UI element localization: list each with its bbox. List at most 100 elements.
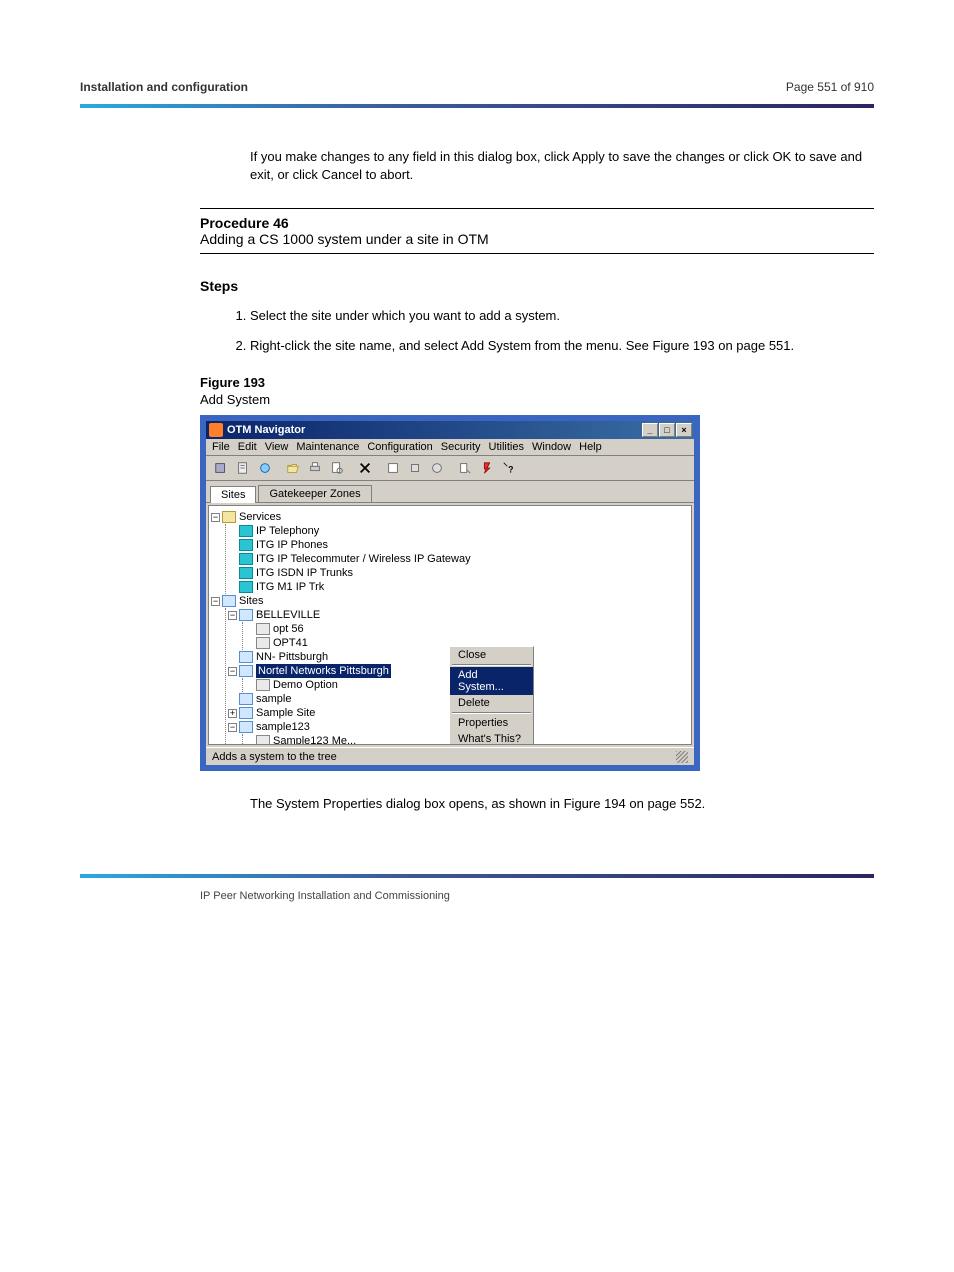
site-icon <box>239 693 253 705</box>
menu-window[interactable]: Window <box>532 441 571 453</box>
context-whats-this[interactable]: What's This? <box>450 731 533 745</box>
toolbar-btn[interactable] <box>476 458 498 478</box>
print-icon[interactable] <box>304 458 326 478</box>
tree-site[interactable]: NN- Pittsburgh <box>256 650 328 664</box>
system-icon <box>256 679 270 691</box>
toolbar-btn[interactable] <box>210 458 232 478</box>
procedure-title: Adding a CS 1000 system under a site in … <box>200 231 489 247</box>
service-icon <box>239 553 253 565</box>
menu-maintenance[interactable]: Maintenance <box>296 441 359 453</box>
tree-view[interactable]: − Services IP Telephony ITG IP Phones ITG… <box>208 505 692 745</box>
tree-sites[interactable]: Sites <box>239 594 263 608</box>
help-icon[interactable]: ? <box>498 458 520 478</box>
menu-edit[interactable]: Edit <box>238 441 257 453</box>
collapse-icon[interactable]: − <box>228 723 237 732</box>
tree-site[interactable]: sample <box>256 692 291 706</box>
steps-list: Select the site under which you want to … <box>250 306 874 355</box>
tree-system[interactable]: opt 56 <box>273 622 304 636</box>
tree-site[interactable]: sample123 <box>256 720 310 734</box>
steps-heading: Steps <box>200 278 874 294</box>
otm-navigator-window: OTM Navigator _ □ × File Edit View Maint… <box>206 421 694 765</box>
paragraph: The System Properties dialog box opens, … <box>250 795 874 813</box>
svg-text:?: ? <box>508 465 513 475</box>
step-item: Select the site under which you want to … <box>250 306 874 326</box>
context-properties[interactable]: Properties <box>450 715 533 731</box>
toolbar-btn[interactable] <box>232 458 254 478</box>
preview-icon[interactable] <box>326 458 348 478</box>
collapse-icon[interactable]: − <box>211 513 220 522</box>
sites-icon <box>222 595 236 607</box>
collapse-icon[interactable]: − <box>211 597 220 606</box>
status-text: Adds a system to the tree <box>212 751 337 763</box>
tab-gatekeeper-zones[interactable]: Gatekeeper Zones <box>258 485 371 502</box>
toolbar: ? <box>206 456 694 481</box>
menu-utilities[interactable]: Utilities <box>489 441 524 453</box>
step-item: Right-click the site name, and select Ad… <box>250 336 874 356</box>
screenshot-frame: OTM Navigator _ □ × File Edit View Maint… <box>200 415 700 771</box>
footer-rule <box>80 874 874 878</box>
tree-service[interactable]: ITG ISDN IP Trunks <box>256 566 353 580</box>
tree-system[interactable]: Demo Option <box>273 678 338 692</box>
tree-service[interactable]: ITG IP Phones <box>256 538 328 552</box>
menu-separator <box>452 712 531 714</box>
tree-service[interactable]: ITG M1 IP Trk <box>256 580 324 594</box>
system-icon <box>256 623 270 635</box>
delete-icon[interactable] <box>354 458 376 478</box>
tab-sites[interactable]: Sites <box>210 486 256 503</box>
site-icon <box>239 707 253 719</box>
window-title: OTM Navigator <box>227 424 305 436</box>
page-number: Page 551 of 910 <box>786 80 874 94</box>
tree-system[interactable]: Sample123 Me... <box>273 734 356 745</box>
tree-system[interactable]: OPT41 <box>273 636 308 650</box>
toolbar-btn[interactable] <box>426 458 448 478</box>
service-icon <box>239 581 253 593</box>
collapse-icon[interactable]: − <box>228 611 237 620</box>
site-icon <box>239 651 253 663</box>
menu-view[interactable]: View <box>265 441 289 453</box>
service-icon <box>239 567 253 579</box>
site-icon <box>239 665 253 677</box>
toolbar-btn[interactable] <box>254 458 276 478</box>
window-titlebar[interactable]: OTM Navigator _ □ × <box>206 421 694 439</box>
open-icon[interactable] <box>282 458 304 478</box>
context-menu: Close Add System... Delete Properties Wh… <box>449 646 534 745</box>
figure-title: Add System <box>200 392 874 407</box>
tree-service[interactable]: ITG IP Telecommuter / Wireless IP Gatewa… <box>256 552 471 566</box>
collapse-icon[interactable]: − <box>228 667 237 676</box>
service-icon <box>239 539 253 551</box>
context-close[interactable]: Close <box>450 647 533 663</box>
maximize-button[interactable]: □ <box>659 423 675 437</box>
system-icon <box>256 637 270 649</box>
expand-icon[interactable]: + <box>228 709 237 718</box>
procedure-heading: Procedure 46 Adding a CS 1000 system und… <box>200 208 874 254</box>
menu-help[interactable]: Help <box>579 441 602 453</box>
context-add-system[interactable]: Add System... <box>450 667 533 695</box>
tree-site-selected[interactable]: Nortel Networks Pittsburgh <box>256 664 391 678</box>
app-icon <box>209 423 223 437</box>
close-button[interactable]: × <box>676 423 692 437</box>
resize-grip-icon[interactable] <box>676 751 688 763</box>
menu-separator <box>452 664 531 666</box>
paragraph: If you make changes to any field in this… <box>250 148 874 184</box>
menu-configuration[interactable]: Configuration <box>367 441 432 453</box>
toolbar-btn[interactable] <box>404 458 426 478</box>
figure-number: Figure 193 <box>200 375 874 390</box>
minimize-button[interactable]: _ <box>642 423 658 437</box>
page-section-title: Installation and configuration <box>80 80 248 94</box>
folder-icon <box>222 511 236 523</box>
header-rule <box>80 104 874 108</box>
menu-security[interactable]: Security <box>441 441 481 453</box>
tree-site[interactable]: Sample Site <box>256 706 315 720</box>
footer-text: IP Peer Networking Installation and Comm… <box>200 890 874 902</box>
procedure-number: Procedure 46 <box>200 215 289 231</box>
tree-services[interactable]: Services <box>239 510 281 524</box>
toolbar-btn[interactable] <box>382 458 404 478</box>
tree-site[interactable]: BELLEVILLE <box>256 608 320 622</box>
tree-service[interactable]: IP Telephony <box>256 524 319 538</box>
service-icon <box>239 525 253 537</box>
properties-icon[interactable] <box>454 458 476 478</box>
menu-file[interactable]: File <box>212 441 230 453</box>
menubar: File Edit View Maintenance Configuration… <box>206 439 694 456</box>
context-delete[interactable]: Delete <box>450 695 533 711</box>
tab-row: Sites Gatekeeper Zones <box>206 481 694 503</box>
